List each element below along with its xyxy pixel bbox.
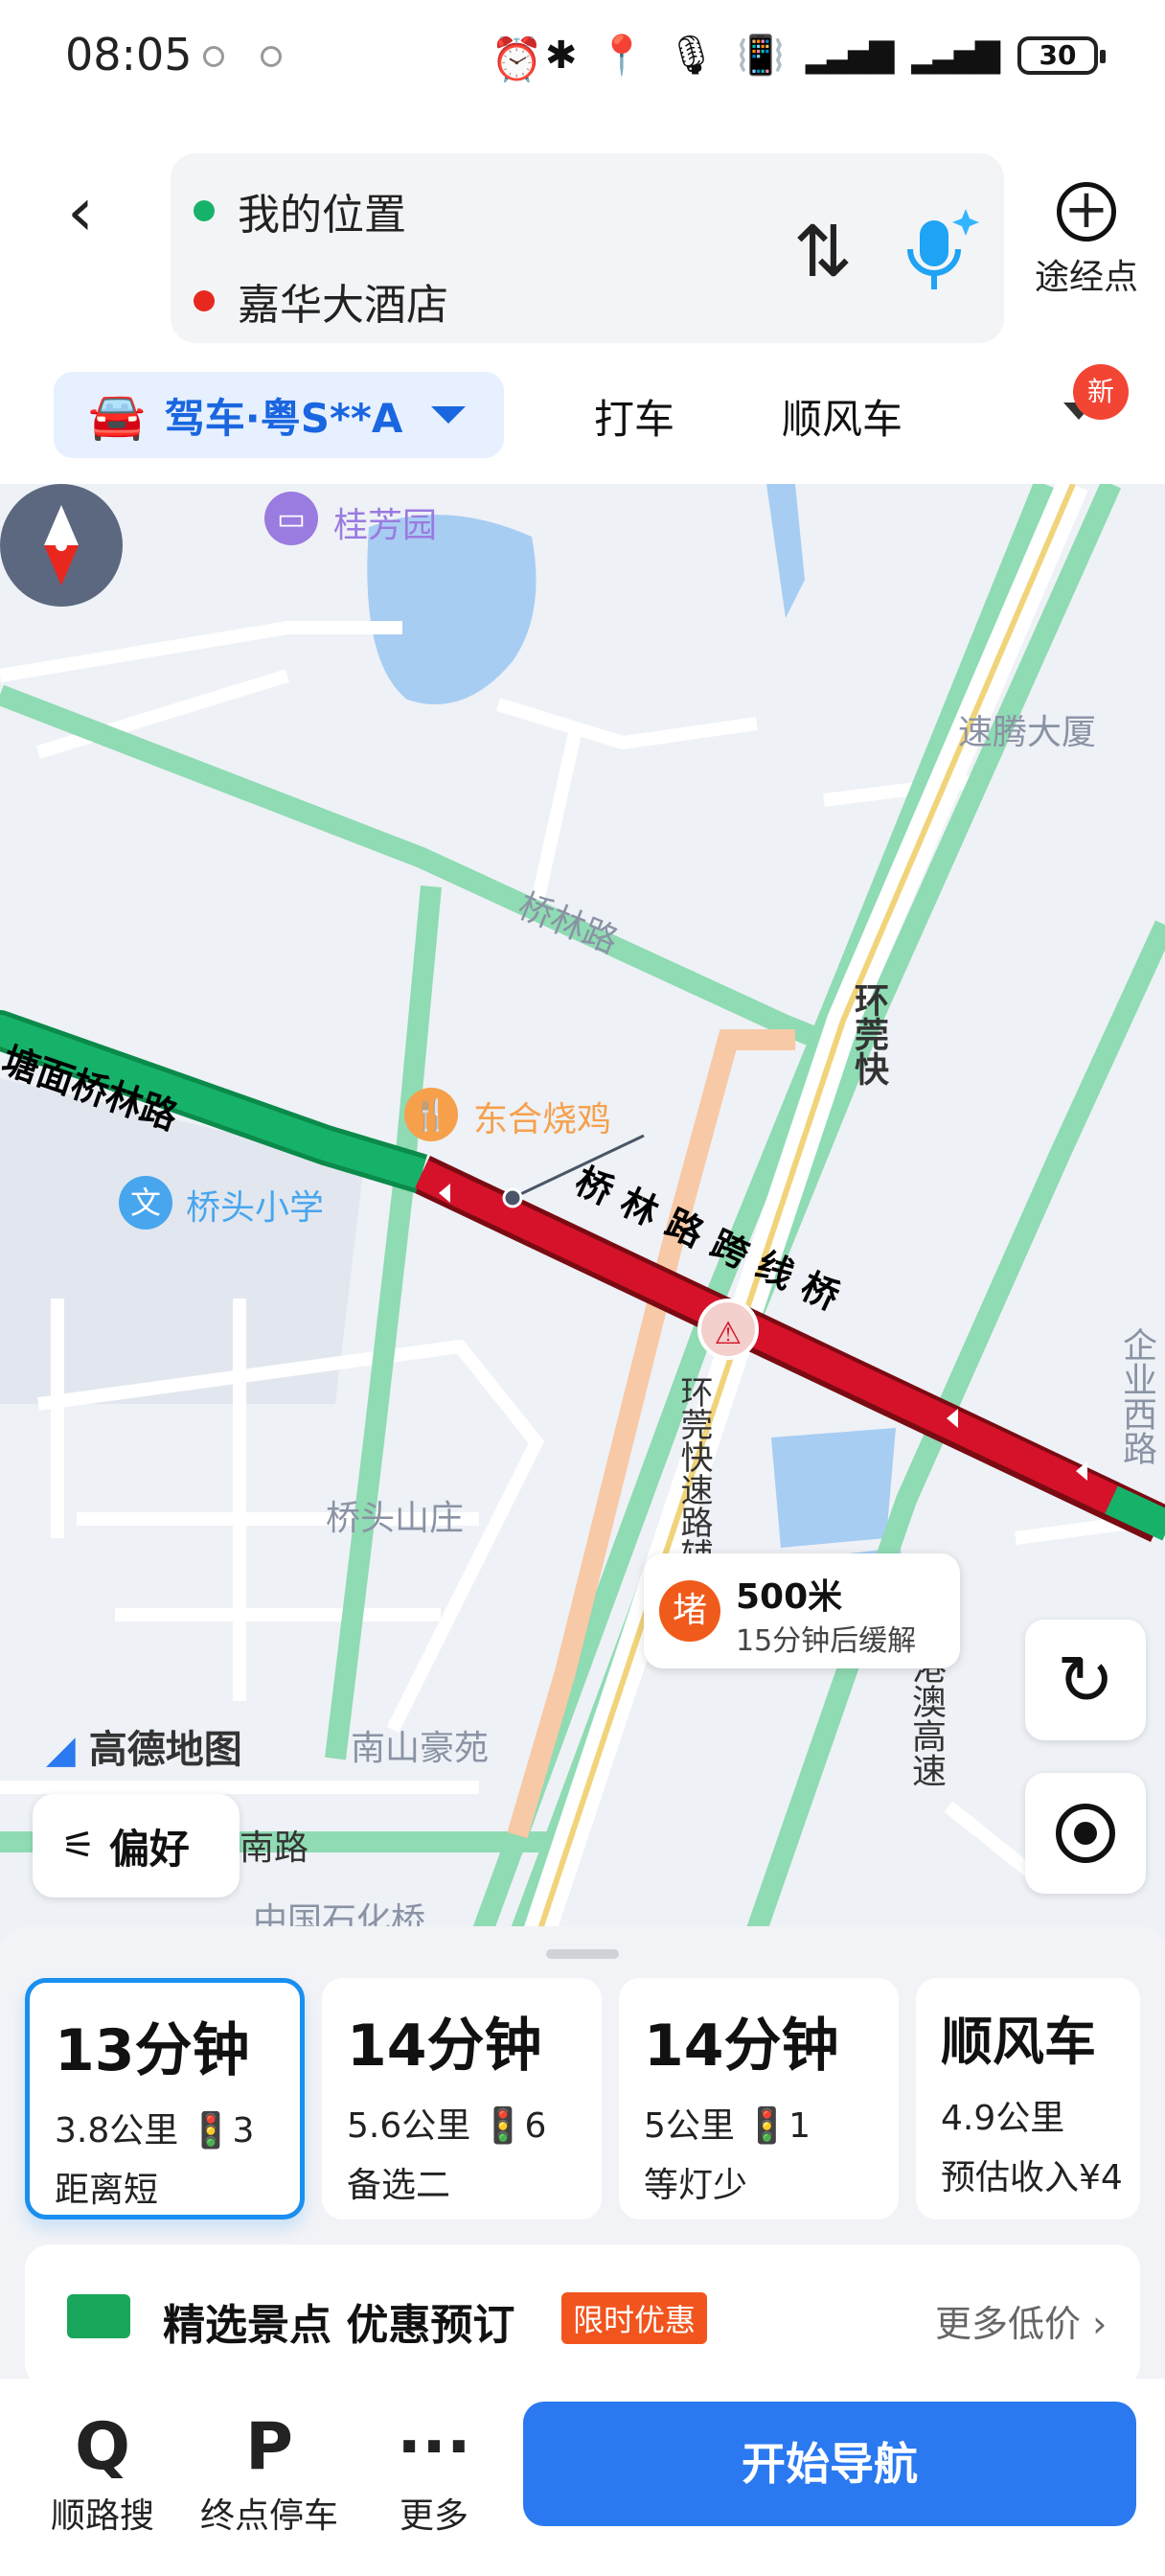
drag-handle[interactable]: [546, 1949, 619, 1959]
parking-icon: P: [245, 2409, 293, 2485]
road-label: 企业西路: [1117, 1327, 1156, 1465]
poi-label[interactable]: 东合烧鸡: [473, 1092, 611, 1141]
destination-parking-button[interactable]: P 终点停车: [197, 2407, 341, 2538]
status-icons: ✱ 📍 🎙 📳 ▂▃▅▇ ▂▃▅▇ 30: [544, 33, 1106, 78]
destination-dot-icon: [194, 290, 215, 311]
amap-logo: ◢ 高德地图: [46, 1718, 242, 1774]
along-route-search-button[interactable]: Q 顺路搜: [31, 2407, 174, 2538]
swap-icon[interactable]: ⇅: [793, 211, 853, 293]
poi-label[interactable]: 速腾大厦: [958, 704, 1096, 754]
status-bar: 08:05 ⏰ ✱ 📍 🎙 📳 ▂▃▅▇ ▂▃▅▇ 30: [0, 0, 1165, 115]
battery-icon: 30: [1017, 35, 1106, 75]
area-label: 南山豪苑: [351, 1729, 490, 1768]
status-icon: [203, 46, 224, 67]
locate-button[interactable]: [1025, 1773, 1146, 1894]
water-body: [766, 484, 805, 618]
congestion-point-icon: [502, 1187, 523, 1208]
school-icon: 文: [119, 1176, 172, 1230]
route-detail: 5公里 🚦1: [644, 2106, 811, 2146]
promo-title: 精选景点 优惠预订: [163, 2301, 515, 2350]
route-time: 13分钟: [55, 2017, 250, 2084]
ticket-icon: [67, 2294, 130, 2338]
logo-arrow-icon: ◢: [46, 1728, 76, 1772]
signal-icon: ▂▃▅▇: [805, 35, 895, 75]
voice-input-icon[interactable]: [899, 203, 985, 299]
route-time: 顺风车: [941, 2012, 1096, 2072]
route-time: 14分钟: [644, 2012, 839, 2080]
destination-field[interactable]: 嘉华大酒店: [194, 270, 448, 332]
route-option-card[interactable]: 13分钟 3.8公里 🚦3 距离短: [25, 1978, 305, 2220]
origin-field[interactable]: 我的位置: [194, 180, 406, 242]
alarm-icon: ⏰: [491, 35, 543, 84]
route-option-card[interactable]: 14分钟 5.6公里 🚦6 备选二: [322, 1978, 602, 2220]
waypoint-label: 途经点: [1034, 258, 1138, 297]
traffic-callout[interactable]: 堵 500米 15分钟后缓解: [644, 1553, 960, 1668]
bottom-nav-label: 更多: [399, 2496, 468, 2536]
locate-icon: [1056, 1804, 1115, 1863]
signal-icon: ▂▃▅▇: [911, 35, 1000, 75]
more-dots-icon: ···: [397, 2409, 471, 2485]
area-label: 桥头山庄: [326, 1499, 465, 1538]
preference-button[interactable]: ⚟ 偏好: [33, 1794, 240, 1898]
sliders-icon: ⚟: [61, 1824, 96, 1868]
chevron-down-icon: [431, 406, 467, 424]
compass-icon[interactable]: [0, 484, 123, 607]
restaurant-icon: 🍴: [404, 1088, 458, 1141]
vibrate-icon: 📳: [737, 34, 785, 78]
origin-dot-icon: [194, 200, 215, 221]
roadwork-icon[interactable]: ⚠: [697, 1299, 759, 1360]
bottom-nav-label: 终点停车: [199, 2496, 338, 2536]
refresh-button[interactable]: ↻: [1025, 1620, 1146, 1740]
road-label: 南路: [240, 1828, 309, 1868]
tab-taxi[interactable]: 打车: [594, 387, 674, 446]
route-input-box: 我的位置 嘉华大酒店 ⇅: [171, 153, 1004, 343]
bottom-bar: Q 顺路搜 P 终点停车 ··· 更多 开始导航: [0, 2379, 1165, 2576]
add-waypoint-button[interactable]: + 途经点: [1029, 182, 1144, 299]
route-detail: 5.6公里 🚦6: [347, 2106, 547, 2146]
drive-mode-selector[interactable]: 🚘 驾车·粤S**A: [54, 372, 504, 458]
congestion-distance: 500米: [736, 1577, 843, 1617]
road-label: 环莞快: [849, 982, 888, 1086]
refresh-icon: ↻: [1056, 1640, 1115, 1720]
more-button[interactable]: ··· 更多: [362, 2407, 506, 2538]
search-icon: Q: [75, 2409, 130, 2485]
route-tag: 等灯少: [644, 2166, 748, 2205]
car-icon: 🚘: [88, 388, 146, 443]
destination-label: 嘉华大酒店: [238, 281, 448, 330]
tab-carpool[interactable]: 顺风车: [782, 387, 902, 446]
promo-banner[interactable]: 精选景点 优惠预订 限时优惠 更多低价 ›: [25, 2244, 1140, 2388]
route-option-card[interactable]: 14分钟 5公里 🚦1 等灯少: [619, 1978, 899, 2220]
new-badge: 新: [1073, 364, 1129, 420]
brand-label: 高德地图: [88, 1728, 242, 1772]
preference-label: 偏好: [108, 1825, 190, 1873]
drive-mode-label: 驾车·粤S**A: [164, 394, 403, 442]
mic-status-icon: 🎙: [667, 34, 716, 78]
start-navigation-button[interactable]: 开始导航: [523, 2402, 1136, 2526]
route-tag: 距离短: [55, 2171, 159, 2210]
water-body: [771, 1428, 896, 1548]
route-header: ‹ 我的位置 嘉华大酒店 ⇅ + 途经点 🚘 驾车·粤S**A 打车 顺风车 新: [0, 115, 1165, 489]
carpool-option-card[interactable]: 顺风车 4.9公里 预估收入¥4: [916, 1978, 1140, 2220]
add-icon: +: [1057, 182, 1116, 242]
hotel-icon: ▭: [264, 492, 318, 545]
bottom-nav-label: 顺路搜: [50, 2496, 154, 2536]
congestion-icon: 堵: [659, 1580, 720, 1642]
location-icon: 📍: [598, 34, 647, 78]
route-tag: 预估收入¥4: [941, 2158, 1123, 2197]
congestion-note: 15分钟后缓解: [736, 1624, 917, 1658]
route-time: 14分钟: [347, 2012, 542, 2080]
poi-label[interactable]: 桂芳园: [333, 497, 437, 547]
status-icon: [261, 46, 282, 67]
route-detail: 3.8公里 🚦3: [55, 2111, 255, 2150]
promo-tag: 限时优惠: [561, 2292, 708, 2344]
bluetooth-icon: ✱: [544, 33, 578, 78]
origin-label: 我的位置: [238, 191, 406, 240]
route-detail: 4.9公里: [941, 2099, 1065, 2138]
route-tag: 备选二: [347, 2166, 451, 2205]
back-button[interactable]: ‹: [67, 172, 125, 259]
poi-label[interactable]: 桥头小学: [186, 1180, 324, 1230]
promo-more-link[interactable]: 更多低价 ›: [935, 2294, 1107, 2347]
status-time: 08:05: [65, 29, 193, 80]
map-view[interactable]: ▭ 桂芳园 速腾大厦 桥林路 环莞快 塘面桥林路 🍴 东合烧鸡 文 桥头小学 桥…: [0, 484, 1165, 1941]
